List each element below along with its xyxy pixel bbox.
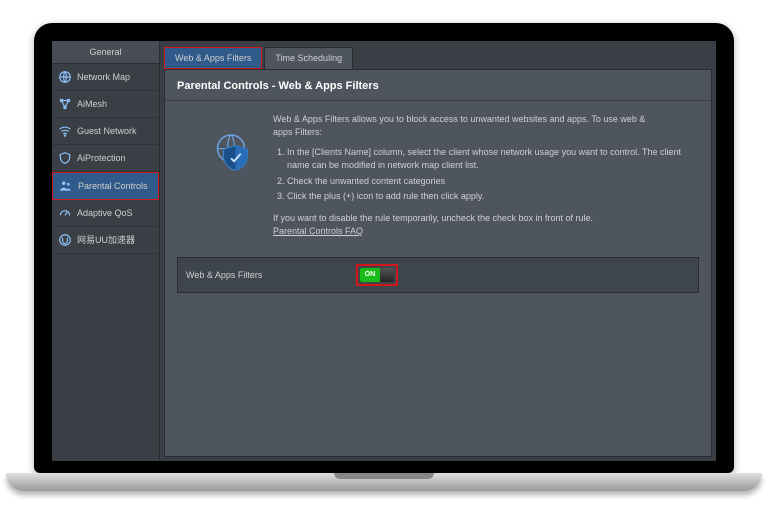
people-icon — [59, 179, 73, 193]
sidebar-item-guest-network[interactable]: Guest Network — [52, 118, 159, 145]
tab-label: Time Scheduling — [275, 53, 342, 63]
toggle-label: Web & Apps Filters — [186, 270, 356, 280]
laptop-base — [6, 473, 762, 491]
shield-icon — [58, 151, 72, 165]
accelerator-icon — [58, 233, 72, 247]
sidebar-item-aimesh[interactable]: AiMesh — [52, 91, 159, 118]
content-panel: Parental Controls - Web & Apps Filters — [164, 69, 712, 457]
sidebar-item-label: AiMesh — [77, 99, 107, 109]
sidebar-item-label: 网易UU加速器 — [77, 233, 135, 246]
sidebar-item-label: Guest Network — [77, 126, 137, 136]
info-text: Web & Apps Filters allows you to block a… — [273, 113, 699, 239]
app-screen: General Network Map AiMesh — [52, 41, 716, 461]
filter-toggle[interactable]: ON — [360, 268, 394, 282]
step-item: Check the unwanted content categories — [287, 175, 699, 189]
wifi-icon — [58, 124, 72, 138]
main-panel: Web & Apps Filters Time Scheduling Paren… — [160, 41, 716, 461]
globe-icon — [58, 70, 72, 84]
screen-bezel: General Network Map AiMesh — [34, 23, 734, 473]
laptop-notch — [334, 473, 434, 479]
sidebar-item-label: Parental Controls — [78, 181, 148, 191]
gauge-icon — [58, 206, 72, 220]
tab-web-apps-filters[interactable]: Web & Apps Filters — [164, 47, 262, 69]
sidebar-item-aiprotection[interactable]: AiProtection — [52, 145, 159, 172]
step-item: Click the plus (+) icon to add rule then… — [287, 190, 699, 204]
sidebar-item-parental-controls[interactable]: Parental Controls — [52, 172, 159, 200]
toggle-highlight: ON — [356, 264, 398, 286]
laptop-frame: General Network Map AiMesh — [34, 23, 734, 491]
step-item: In the [Clients Name] column, select the… — [287, 146, 699, 173]
intro-text: Web & Apps Filters allows you to block a… — [273, 113, 653, 140]
sidebar-item-label: Network Map — [77, 72, 130, 82]
sidebar-header: General — [52, 41, 159, 64]
sidebar-item-uu-accelerator[interactable]: 网易UU加速器 — [52, 227, 159, 254]
info-section: Web & Apps Filters allows you to block a… — [165, 101, 711, 251]
sidebar: General Network Map AiMesh — [52, 41, 160, 461]
mesh-icon — [58, 97, 72, 111]
globe-shield-icon — [213, 129, 261, 177]
disable-note: If you want to disable the rule temporar… — [273, 212, 699, 226]
filter-toggle-row: Web & Apps Filters ON — [177, 257, 699, 293]
toggle-state-text: ON — [360, 268, 380, 282]
page-title: Parental Controls - Web & Apps Filters — [165, 70, 711, 101]
steps-list: In the [Clients Name] column, select the… — [287, 146, 699, 204]
sidebar-item-adaptive-qos[interactable]: Adaptive QoS — [52, 200, 159, 227]
sidebar-item-label: AiProtection — [77, 153, 126, 163]
tab-bar: Web & Apps Filters Time Scheduling — [160, 41, 716, 69]
toggle-knob — [380, 268, 394, 282]
tab-time-scheduling[interactable]: Time Scheduling — [264, 47, 353, 69]
sidebar-item-label: Adaptive QoS — [77, 208, 133, 218]
sidebar-item-network-map[interactable]: Network Map — [52, 64, 159, 91]
faq-link[interactable]: Parental Controls FAQ — [273, 226, 363, 236]
tab-label: Web & Apps Filters — [175, 53, 251, 63]
